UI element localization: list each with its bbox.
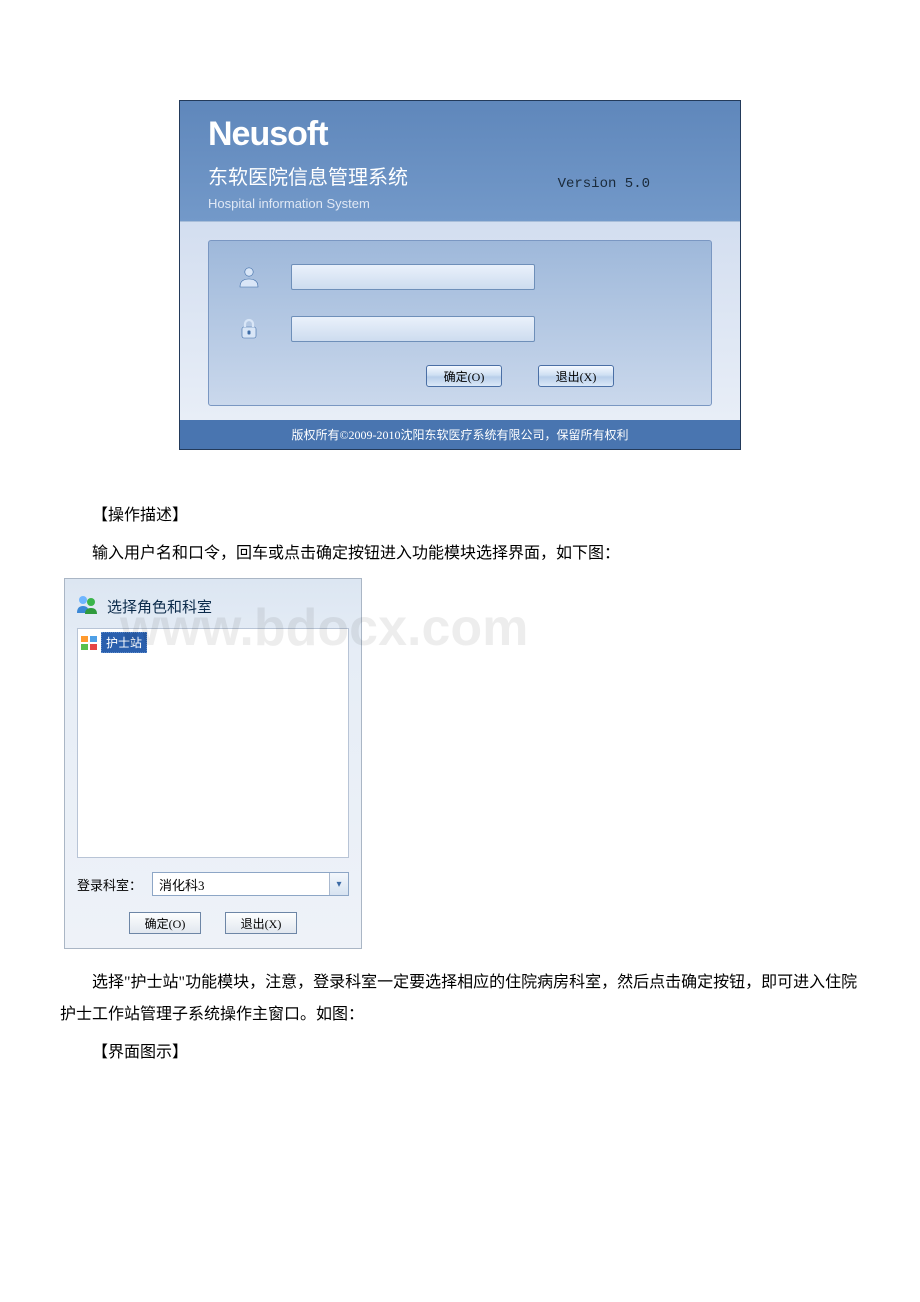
exit-button[interactable]: 退出(X) [538, 365, 614, 387]
login-header: Neusoft 东软医院信息管理系统 Hospital information … [180, 101, 740, 221]
role-list[interactable]: 护士站 [77, 628, 349, 858]
role-select-window: 选择角色和科室 护士站 登录科室： 消化科3 ▾ 确定(O) 退出(X) [64, 578, 362, 949]
after-role-paragraph: 选择"护士站"功能模块，注意，登录科室一定要选择相应的住院病房科室，然后点击确定… [60, 967, 860, 1031]
role-ok-button[interactable]: 确定(O) [129, 912, 201, 934]
role-window-title: 选择角色和科室 [107, 596, 212, 617]
department-row: 登录科室： 消化科3 ▾ [65, 858, 361, 906]
department-label: 登录科室： [77, 875, 142, 894]
login-body: 确定(O) 退出(X) [180, 221, 740, 420]
login-button-row: 确定(O) 退出(X) [233, 365, 687, 387]
user-icon [233, 261, 265, 293]
username-row [233, 261, 687, 293]
group-icon [75, 593, 99, 620]
operation-desc: 输入用户名和口令，回车或点击确定按钮进入功能模块选择界面，如下图： [60, 538, 860, 570]
login-version: Version 5.0 [558, 176, 650, 192]
role-item-nurse[interactable]: 护士站 [81, 632, 147, 653]
ui-heading: 【界面图示】 [60, 1037, 860, 1069]
username-input[interactable] [291, 264, 535, 290]
password-row [233, 313, 687, 345]
role-exit-button[interactable]: 退出(X) [225, 912, 297, 934]
role-window-title-row: 选择角色和科室 [65, 579, 361, 628]
lock-icon [233, 313, 265, 345]
role-item-label: 护士站 [101, 632, 147, 653]
login-window: Neusoft 东软医院信息管理系统 Hospital information … [179, 100, 741, 450]
chevron-down-icon[interactable]: ▾ [329, 873, 348, 895]
role-button-row: 确定(O) 退出(X) [65, 906, 361, 948]
ok-button[interactable]: 确定(O) [426, 365, 502, 387]
department-select[interactable]: 消化科3 ▾ [152, 872, 349, 896]
password-input[interactable] [291, 316, 535, 342]
login-panel: 确定(O) 退出(X) [208, 240, 712, 406]
login-logo: Neusoft [208, 117, 712, 151]
department-value: 消化科3 [153, 875, 329, 894]
login-copyright: 版权所有©2009-2010沈阳东软医疗系统有限公司，保留所有权利 [180, 420, 740, 449]
login-subtitle: Hospital information System [208, 196, 712, 211]
operation-heading: 【操作描述】 [60, 500, 860, 532]
modules-icon [81, 636, 97, 650]
